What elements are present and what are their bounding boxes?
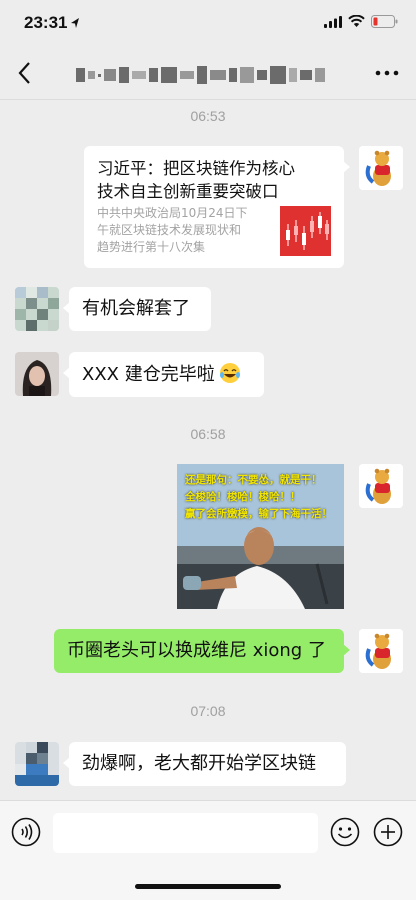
link-card-description: 中共中央政治局10月24日下 午就区块链技术发展现状和 趋势进行第十八次集 [97,206,248,254]
avatar-self[interactable] [359,146,403,190]
avatar-contact-woman[interactable] [15,352,59,396]
battery-low-icon [371,15,398,28]
link-card-title: 习近平：把区块链作为核心 技术自主创新重要突破口 [97,159,295,201]
message-text: 劲爆啊，老大都开始学区块链 [82,753,316,774]
image-message[interactable]: 还是那句：不要怂，就是干！ 全梭哈！梭哈！梭哈！！ 赢了会所嫩模，输了下海干活！ [177,464,344,609]
status-time: 23:31 [24,13,68,32]
wifi-icon [348,15,365,27]
woman-avatar-image [15,352,59,396]
message-timestamp: 06:53 [190,108,226,124]
message-timestamp: 06:58 [190,426,226,442]
message-input[interactable] [53,813,318,853]
message-text: 有机会解套了 [82,298,190,319]
message-text: XXX 建仓完毕啦 [82,364,215,385]
chat-title-redacted [76,64,348,86]
message-text: 币圈老头可以换成维尼 xiong 了 [67,640,326,661]
status-icons [324,15,398,28]
more-options-icon[interactable] [374,64,400,82]
message-bubble[interactable]: 劲爆啊，老大都开始学区块链 [63,742,346,786]
laughing-tears-emoji-icon [219,363,240,383]
message-timestamp: 07:08 [190,703,226,719]
message-bubble-self[interactable]: 币圈老头可以换成维尼 xiong 了 [54,629,350,673]
location-arrow-icon [71,18,79,28]
pixelated-avatar-image [15,287,59,331]
chat-header [0,46,416,100]
image-caption-text: 还是那句：不要怂，就是干！ 全梭哈！梭哈！梭哈！！ 赢了会所嫩模，输了下海干活！ [185,474,332,520]
avatar-contact-blurred[interactable] [15,742,59,786]
message-bubble[interactable]: 有机会解套了 [63,287,211,331]
avatar-self[interactable] [359,464,403,508]
message-bubble[interactable]: XXX 建仓完毕啦 [63,352,264,397]
signal-icon [324,15,342,28]
winnie-avatar-image [359,146,403,190]
pixelated-avatar-image [15,742,59,786]
emoji-picker-icon[interactable] [330,817,360,847]
link-card-message[interactable]: 习近平：把区块链作为核心 技术自主创新重要突破口 中共中央政治局10月24日下 … [84,146,350,268]
avatar-contact-blurred[interactable] [15,287,59,331]
voice-input-icon[interactable] [11,817,41,847]
stock-chart-thumbnail [280,206,331,256]
winnie-avatar-image [359,464,403,508]
home-indicator [135,884,281,889]
status-bar: 23:31 [0,0,416,46]
winnie-avatar-image [359,629,403,673]
more-actions-plus-icon[interactable] [373,817,403,847]
avatar-self[interactable] [359,629,403,673]
back-chevron-icon[interactable] [14,60,38,86]
